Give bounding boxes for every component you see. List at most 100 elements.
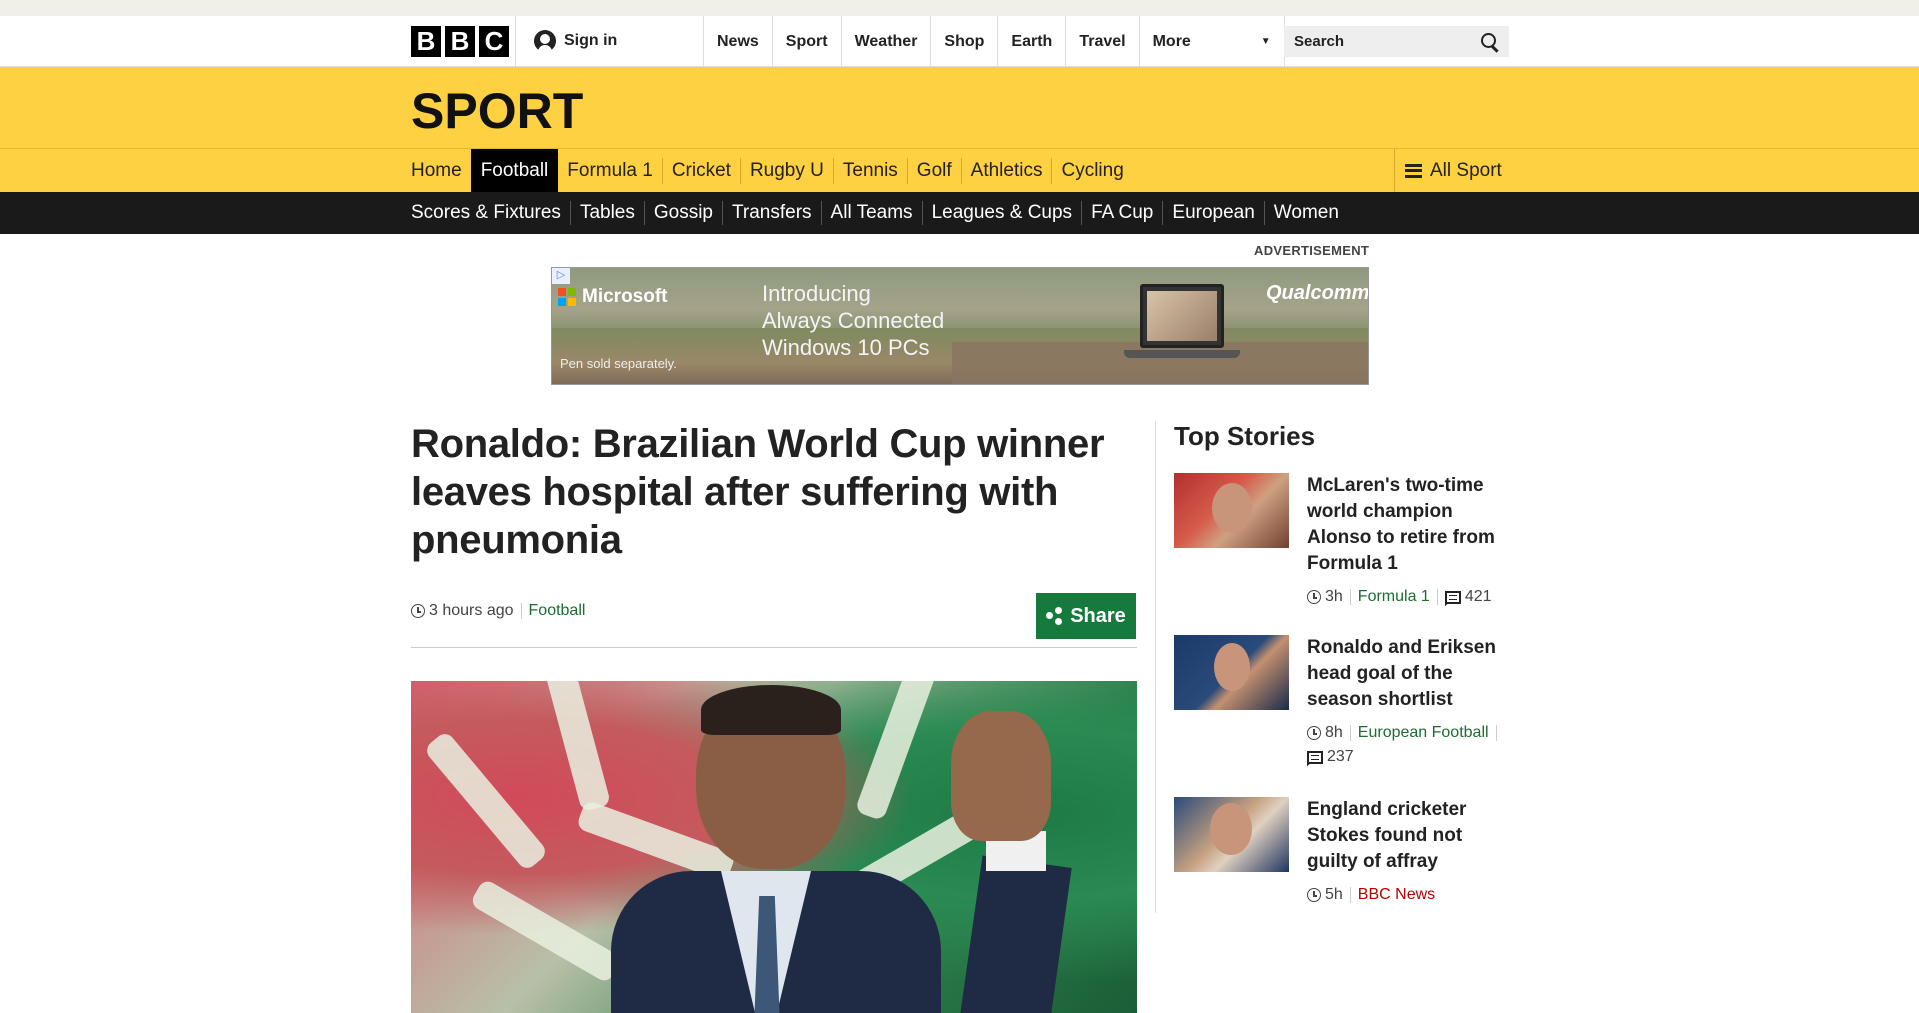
bbc-logo-letter: B [445,26,475,57]
ad-laptop-base [1124,350,1240,358]
bbc-logo[interactable]: B B C [411,26,509,57]
story-time: 5h [1325,886,1343,903]
sport-nav-home[interactable]: Home [411,158,471,184]
all-sport-button[interactable]: All Sport [1394,149,1502,192]
share-button[interactable]: Share [1036,593,1136,639]
global-nav-news[interactable]: News [703,16,772,67]
global-nav-earth[interactable]: Earth [997,16,1065,67]
story-title[interactable]: McLaren's two-time world champion Alonso… [1307,473,1512,577]
share-label: Share [1070,604,1126,627]
ad-headline-line: Windows 10 PCs [762,335,930,360]
bbc-logo-letter: C [479,26,509,57]
divider [520,603,522,619]
browser-top-strip [0,0,1919,16]
share-icon [1046,607,1063,625]
ad-brand: Microsoft [558,286,668,308]
comments-icon [1444,590,1461,604]
menu-icon [1405,163,1422,178]
ad-headline: Introducing Always Connected Windows 10 … [762,280,982,361]
global-nav-travel[interactable]: Travel [1065,16,1138,67]
subnav-european[interactable]: European [1162,201,1263,225]
chevron-down-icon: ▼ [1260,36,1271,47]
subnav-tables[interactable]: Tables [569,201,644,225]
article-category-link[interactable]: Football [529,602,586,620]
sport-nav-rugby-union[interactable]: Rugby U [739,157,833,184]
ad-brand-name: Microsoft [582,286,668,307]
sign-in-label: Sign in [564,32,618,49]
search-placeholder: Search [1294,33,1345,50]
story-category-link[interactable]: European Football [1358,724,1489,742]
story-comment-count[interactable]: 237 [1327,748,1354,766]
story-category-link[interactable]: Formula 1 [1358,588,1430,606]
subnav-all-teams[interactable]: All Teams [820,201,922,225]
clock-icon [1307,888,1321,902]
divider [1349,589,1351,605]
divider [1436,589,1438,605]
sport-nav-tennis[interactable]: Tennis [832,157,907,184]
subnav-scores-fixtures[interactable]: Scores & Fixtures [411,201,570,225]
search-icon[interactable] [1481,32,1499,51]
ad-background-deck [952,342,1368,384]
story-thumbnail[interactable] [1174,473,1289,548]
bbc-logo-letter: B [411,26,441,57]
football-subnav: Scores & Fixtures Tables Gossip Transfer… [0,192,1919,234]
subnav-leagues-cups[interactable]: Leagues & Cups [921,201,1082,225]
search-input[interactable]: Search [1284,26,1509,57]
section-title[interactable]: SPORT [411,82,583,140]
article-timestamp: 3 hours ago [429,602,514,619]
divider [1155,421,1156,913]
divider [1349,725,1351,741]
story-time: 3h [1325,588,1343,605]
global-nav-sport[interactable]: Sport [771,16,841,67]
ad-laptop-image [1140,284,1224,348]
story-category-link[interactable]: BBC News [1358,886,1435,904]
sport-nav-cycling[interactable]: Cycling [1051,157,1132,184]
story-title[interactable]: England cricketer Stokes found not guilt… [1307,797,1512,875]
global-nav-weather[interactable]: Weather [840,16,931,67]
article-meta: 3 hours ago Football [411,602,585,620]
divider [1495,725,1497,741]
subnav-fa-cup[interactable]: FA Cup [1081,201,1162,225]
ad-headline-line: Introducing [762,281,871,306]
divider [411,647,1137,648]
story-meta: 3h Formula 1 421 [1307,588,1512,606]
comments-icon [1307,750,1323,764]
clock-icon [1307,590,1321,604]
subnav-women[interactable]: Women [1263,201,1348,225]
sport-masthead [0,67,1919,149]
sport-nav-formula-1[interactable]: Formula 1 [558,158,662,184]
sport-nav: Home Football Formula 1 Cricket Rugby U … [0,149,1919,192]
sport-nav-golf[interactable]: Golf [906,157,961,184]
story-comment-count[interactable]: 421 [1465,588,1492,606]
story-title[interactable]: Ronaldo and Eriksen head goal of the sea… [1307,635,1512,713]
clock-icon [1307,726,1321,740]
adchoices-icon[interactable]: ▷ [552,268,570,284]
clock-icon [411,604,425,618]
sign-in-link[interactable]: Sign in [534,30,617,52]
subnav-transfers[interactable]: Transfers [722,201,821,225]
sport-nav-cricket[interactable]: Cricket [661,157,740,184]
article-headline: Ronaldo: Brazilian World Cup winner leav… [411,422,1105,562]
top-stories-title: Top Stories [1174,421,1316,451]
story-meta: 8h European Football 237 [1307,724,1512,766]
story-thumbnail[interactable] [1174,635,1289,710]
sport-nav-football[interactable]: Football [470,149,559,192]
ad-footnote: Pen sold separately. [560,356,677,371]
story-time: 8h [1325,724,1343,741]
article-main-image [411,681,1137,1013]
ad-headline-line: Always Connected [762,308,945,333]
microsoft-logo-icon [558,288,576,306]
story-meta: 5h BBC News [1307,886,1512,904]
more-label: More [1152,32,1191,50]
story-thumbnail[interactable] [1174,797,1289,872]
global-nav: News Sport Weather Shop Earth Travel Mor… [703,16,1285,67]
global-nav-shop[interactable]: Shop [930,16,997,67]
subnav-gossip[interactable]: Gossip [643,201,722,225]
advertisement-banner[interactable]: ▷ Microsoft Introducing Always Connected… [551,267,1369,385]
sport-nav-athletics[interactable]: Athletics [960,157,1052,184]
divider [1349,887,1351,903]
advertisement-label: ADVERTISEMENT [1254,243,1370,258]
user-icon [534,30,556,52]
global-nav-more[interactable]: More ▼ [1138,16,1285,67]
all-sport-label: All Sport [1430,159,1502,181]
